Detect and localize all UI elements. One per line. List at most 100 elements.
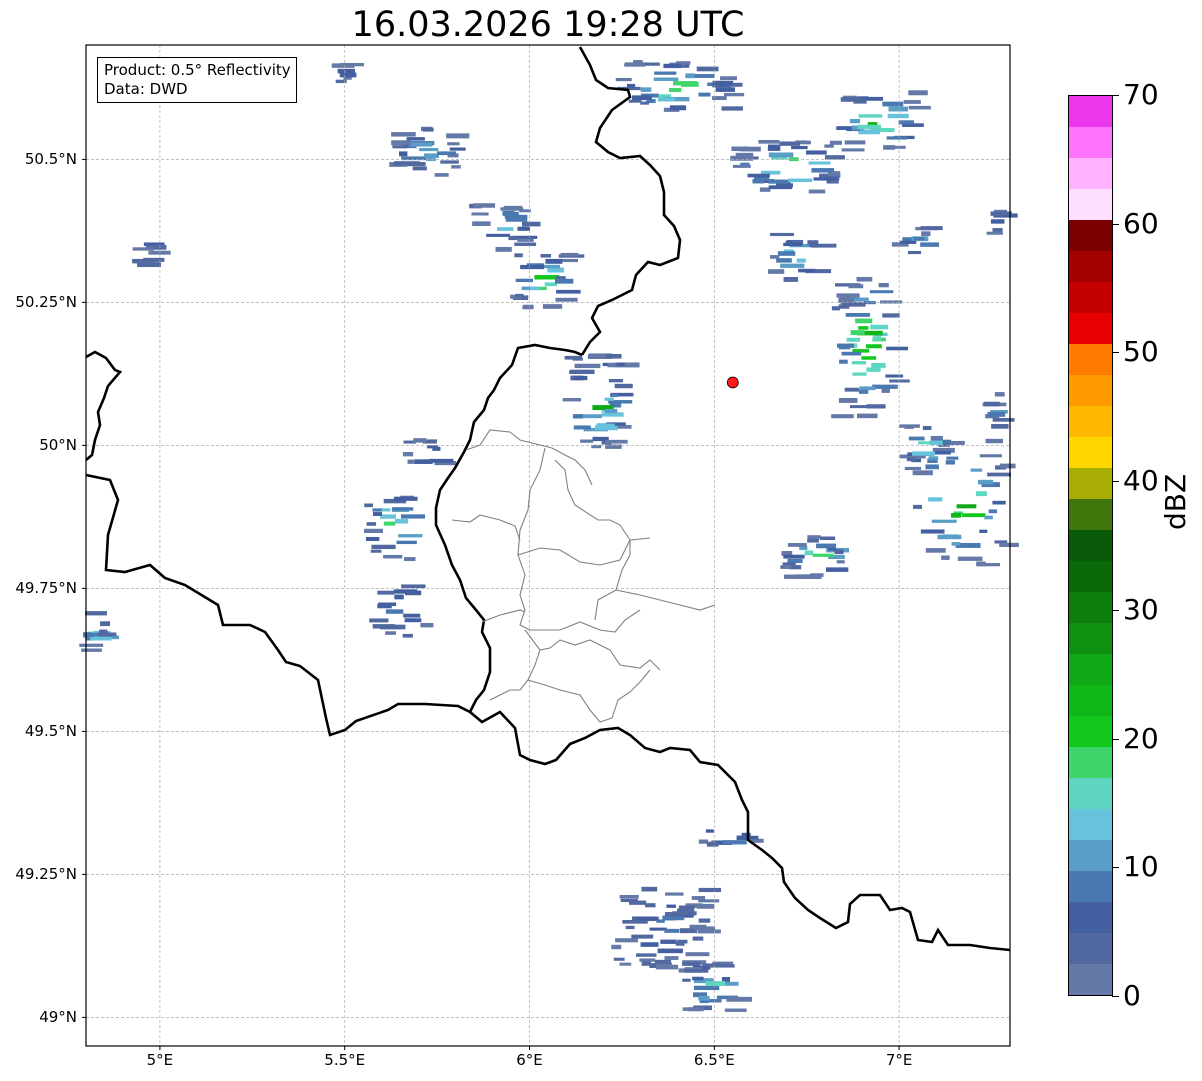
- echo-streak: [79, 643, 104, 647]
- echo-streak: [937, 534, 962, 540]
- colorbar-segment: [1069, 468, 1112, 499]
- echo-streak: [865, 344, 882, 349]
- country-borders: [85, 46, 1011, 952]
- echo-streak: [514, 242, 537, 246]
- echo-streak: [807, 538, 819, 543]
- echo-streak: [97, 632, 117, 637]
- echo-streak: [844, 140, 866, 145]
- echo-streak: [746, 147, 760, 152]
- echo-streak: [908, 90, 928, 96]
- echo-streak: [665, 892, 684, 896]
- echo-streak: [402, 633, 413, 638]
- echo-streak: [412, 166, 427, 171]
- echo-streak: [394, 594, 404, 600]
- echo-streak: [917, 441, 931, 445]
- echo-streak: [366, 522, 377, 526]
- echo-streak: [486, 233, 511, 237]
- echo-streak: [473, 203, 496, 208]
- echo-streak: [872, 384, 898, 389]
- echo-streak: [394, 518, 409, 524]
- echo-streak: [698, 995, 710, 1001]
- axis-ticks: [82, 158, 900, 1050]
- echo-streak: [497, 227, 514, 231]
- echo-cell: [369, 584, 434, 638]
- echo-streak: [673, 81, 698, 86]
- echo-streak: [393, 496, 418, 501]
- echo-streak: [364, 528, 383, 534]
- echo-streak: [331, 63, 355, 68]
- echo-streak: [675, 942, 685, 946]
- echo-streak: [857, 124, 882, 129]
- colorbar-title: dBZ: [1159, 473, 1192, 530]
- echo-streak: [977, 563, 1001, 567]
- echo-cell: [836, 90, 931, 152]
- echo-streak: [913, 237, 925, 241]
- echo-streak: [664, 912, 676, 917]
- echo-streak: [782, 565, 792, 570]
- data-source-label: Data: DWD: [104, 80, 188, 98]
- echo-streak: [992, 228, 1003, 232]
- colorbar-segment: [1069, 437, 1112, 468]
- echo-streak: [903, 100, 921, 104]
- echo-streak: [689, 924, 707, 929]
- echo-streak: [899, 240, 917, 244]
- echo-streak: [687, 1007, 704, 1012]
- echo-streak: [628, 99, 642, 103]
- echo-streak: [726, 996, 752, 1002]
- echo-streak: [846, 337, 861, 342]
- lat-tick-label: 50.25°N: [15, 293, 77, 312]
- echo-streak: [698, 918, 711, 923]
- echo-streak: [869, 290, 894, 294]
- lat-tick-label: 49.25°N: [15, 865, 77, 884]
- echo-streak: [826, 179, 839, 184]
- echo-streak: [913, 504, 922, 509]
- echo-streak: [979, 454, 1002, 458]
- echo-streak: [564, 355, 582, 360]
- echo-streak: [866, 367, 881, 372]
- colorbar-segment: [1069, 809, 1112, 840]
- echo-streak: [908, 105, 931, 110]
- echo-streak: [730, 155, 754, 161]
- colorbar-segment: [1069, 189, 1112, 220]
- echo-streak: [858, 326, 869, 330]
- colorbar-segment: [1069, 654, 1112, 685]
- echo-streak: [698, 92, 711, 97]
- echo-streak: [440, 160, 459, 164]
- radar-map: [79, 44, 1019, 1050]
- echo-streak: [878, 283, 889, 288]
- echo-streak: [984, 515, 993, 520]
- echo-streak: [545, 258, 563, 264]
- echo-streak: [871, 362, 886, 368]
- colorbar-segment: [1069, 344, 1112, 375]
- echo-streak: [922, 425, 932, 431]
- echo-streak: [783, 574, 797, 579]
- echo-streak: [852, 372, 867, 376]
- echo-streak: [698, 887, 722, 893]
- echo-streak: [705, 829, 714, 833]
- border-belgium-france-west: [85, 350, 123, 461]
- echo-streak: [414, 459, 433, 464]
- echo-streak: [925, 548, 946, 553]
- echo-streak: [858, 114, 883, 118]
- echo-streak: [640, 87, 652, 92]
- echo-streak: [882, 313, 900, 318]
- echo-streak: [798, 268, 816, 273]
- echo-streak: [692, 936, 704, 941]
- echo-streak: [724, 1008, 747, 1012]
- echo-streak: [994, 392, 1005, 397]
- echo-streak: [400, 514, 426, 519]
- echo-streak: [824, 155, 845, 160]
- echo-streak: [378, 602, 397, 607]
- colorbar-tick: [1112, 867, 1119, 869]
- echo-streak: [715, 87, 736, 92]
- echo-streak: [992, 500, 1006, 505]
- echo-streak: [669, 105, 687, 111]
- colorbar-tick-label: 40: [1123, 464, 1159, 498]
- echo-streak: [856, 413, 878, 419]
- echo-streak: [839, 359, 848, 364]
- echo-cell: [132, 242, 171, 268]
- echo-streak: [606, 354, 622, 359]
- echo-cell: [615, 60, 745, 112]
- echo-streak: [422, 127, 434, 132]
- echo-cell: [331, 62, 364, 84]
